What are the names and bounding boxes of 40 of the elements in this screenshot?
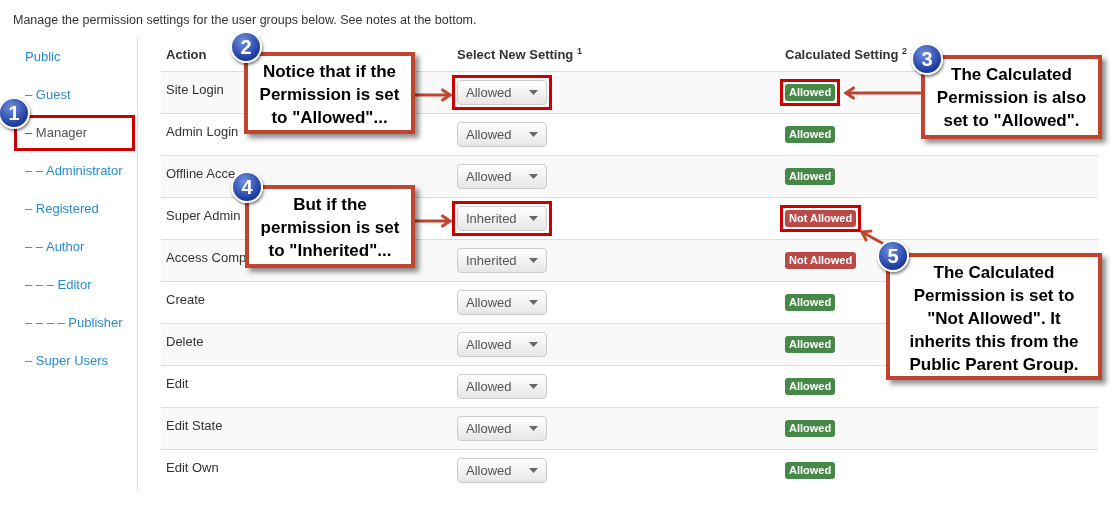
arrow <box>413 88 453 102</box>
caret-icon <box>529 384 538 389</box>
status-badge: Allowed <box>780 79 841 106</box>
caret-icon <box>529 468 538 473</box>
step-number: 3 <box>911 43 943 75</box>
caret-icon <box>529 132 538 137</box>
caret-icon <box>529 342 538 347</box>
group-link[interactable]: Public <box>13 38 71 76</box>
group-link[interactable]: – – Administrator <box>13 152 133 190</box>
action-cell: Delete <box>166 334 204 349</box>
caret-icon <box>529 174 538 179</box>
step-number: 2 <box>230 31 262 63</box>
caret-icon <box>529 90 538 95</box>
group-link[interactable]: – – Author <box>13 228 95 266</box>
group-link[interactable]: – Super Users <box>13 342 119 380</box>
group-link[interactable]: – – – – Publisher <box>13 304 133 342</box>
caret-icon <box>529 258 538 263</box>
column-header: Select New Setting $^{1}$ <box>457 46 582 63</box>
caret-icon <box>529 300 538 305</box>
action-cell: Edit Own <box>166 460 219 475</box>
step-number: 1 <box>0 97 30 129</box>
group-link[interactable]: – Registered <box>13 190 109 228</box>
group-link[interactable]: – – – Editor <box>13 266 102 304</box>
action-cell: Edit <box>166 376 189 391</box>
action-cell: Admin Login <box>166 124 239 139</box>
column-header: Action <box>166 47 207 62</box>
setting-select[interactable]: Allowed <box>452 75 552 110</box>
setting-select[interactable]: Inherited <box>452 201 552 236</box>
action-cell: Super Admin <box>166 208 241 223</box>
action-cell: Edit State <box>166 418 223 433</box>
action-cell: Create <box>166 292 206 307</box>
arrow <box>859 229 884 245</box>
caret-icon <box>529 216 538 221</box>
status-badge: Not Allowed <box>780 205 862 232</box>
action-cell: Access Comp <box>166 250 247 265</box>
action-cell: Site Login <box>166 82 224 97</box>
arrow <box>413 214 453 228</box>
intro-text: Manage the permission settings for the user groups below. See notes at the bottom. <box>12 12 478 28</box>
column-header: Calculated Setting $^{2}$ <box>785 46 908 63</box>
caret-icon <box>529 426 538 431</box>
